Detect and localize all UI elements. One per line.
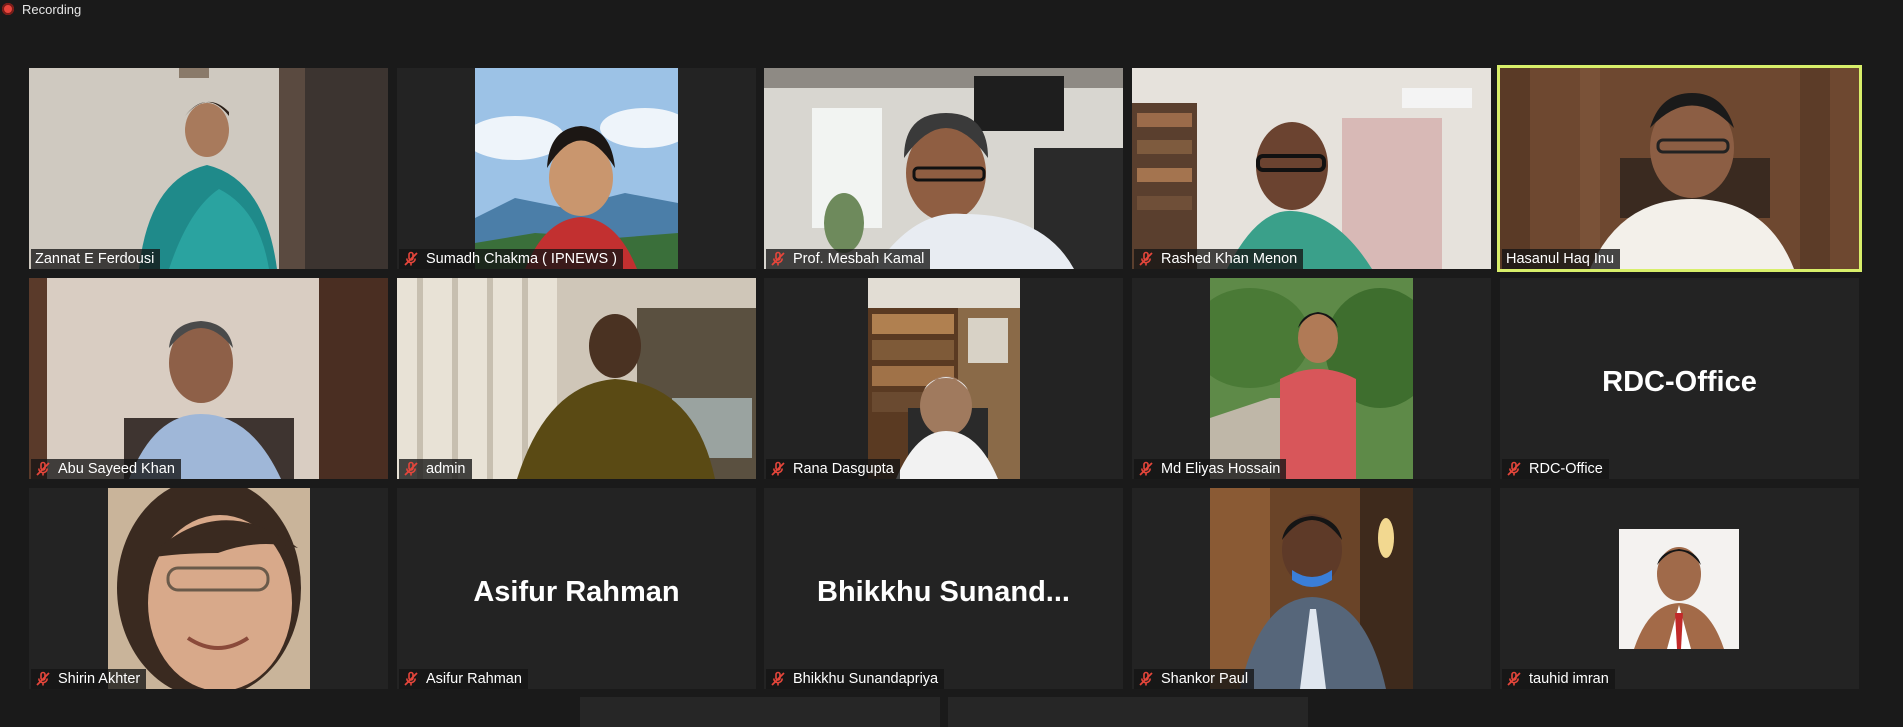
mic-off-icon	[403, 671, 419, 687]
participant-name: RDC-Office	[1529, 461, 1603, 477]
participant-video	[868, 278, 1020, 479]
participant-name: Md Eliyas Hossain	[1161, 461, 1281, 477]
participant-video	[1132, 68, 1491, 269]
mic-off-icon	[403, 461, 419, 477]
recording-label: Recording	[22, 1, 82, 17]
recording-indicator[interactable]: Recording	[2, 1, 81, 17]
participant-video	[29, 68, 388, 269]
participant-name: Sumadh Chakma ( IPNEWS )	[426, 251, 617, 267]
participant-video	[29, 278, 388, 479]
participant-video	[1210, 278, 1413, 479]
participant-video	[108, 488, 310, 689]
mic-off-icon	[770, 461, 786, 477]
participant-tile[interactable]: Prof. Mesbah Kamal	[764, 68, 1123, 269]
participant-tile[interactable]: Shankor Paul	[1132, 488, 1491, 689]
participant-name: Hasanul Haq Inu	[1506, 251, 1615, 267]
participant-tile[interactable]: Bhikkhu Sunand... Bhikkhu Sunandapriya	[764, 488, 1123, 689]
participant-name: Prof. Mesbah Kamal	[793, 251, 925, 267]
participant-tile[interactable]: Abu Sayeed Khan	[29, 278, 388, 479]
participant-name: Zannat E Ferdousi	[35, 251, 155, 267]
participant-video	[1210, 488, 1413, 689]
mic-off-icon	[403, 251, 419, 267]
participant-video	[475, 68, 678, 269]
mic-off-icon	[1138, 671, 1154, 687]
mic-off-icon	[1506, 671, 1522, 687]
participant-tile[interactable]: Zannat E Ferdousi	[29, 68, 388, 269]
participant-name: Shirin Akhter	[58, 671, 141, 687]
mic-off-icon	[770, 671, 786, 687]
mic-off-icon	[770, 251, 786, 267]
participant-tile[interactable]: Rana Dasgupta	[764, 278, 1123, 479]
participant-tile[interactable]: Md Eliyas Hossain	[1132, 278, 1491, 479]
participant-tile[interactable]: admin	[397, 278, 756, 479]
participant-tile[interactable]: RDC-Office RDC-Office	[1500, 278, 1859, 479]
mic-off-icon	[35, 461, 51, 477]
participant-video	[764, 68, 1123, 269]
mic-off-icon	[1138, 251, 1154, 267]
participant-tile[interactable]: Asifur Rahman Asifur Rahman	[397, 488, 756, 689]
participant-video	[397, 278, 756, 479]
mic-off-icon	[35, 671, 51, 687]
participant-name: Rashed Khan Menon	[1161, 251, 1298, 267]
recording-dot-icon	[2, 3, 14, 15]
participant-video	[1619, 529, 1739, 649]
participant-name: admin	[426, 461, 466, 477]
mic-off-icon	[1506, 461, 1522, 477]
participant-display-name: Bhikkhu Sunand...	[817, 576, 1070, 608]
participant-name: tauhid imran	[1529, 671, 1609, 687]
participant-tile[interactable]: Hasanul Haq Inu	[1500, 68, 1859, 269]
participant-display-name: RDC-Office	[1602, 366, 1757, 398]
participant-name: Shankor Paul	[1161, 671, 1249, 687]
participant-display-name: Asifur Rahman	[473, 576, 680, 608]
participant-video	[1500, 68, 1859, 269]
participant-tile[interactable]: Shirin Akhter	[29, 488, 388, 689]
participant-tile[interactable]: tauhid imran	[1500, 488, 1859, 689]
participant-name: Asifur Rahman	[426, 671, 522, 687]
participant-tile[interactable]: Rashed Khan Menon	[1132, 68, 1491, 269]
participant-tile[interactable]: Sumadh Chakma ( IPNEWS )	[397, 68, 756, 269]
mic-off-icon	[1138, 461, 1154, 477]
participant-name: Abu Sayeed Khan	[58, 461, 175, 477]
participant-name: Bhikkhu Sunandapriya	[793, 671, 939, 687]
participant-name: Rana Dasgupta	[793, 461, 894, 477]
